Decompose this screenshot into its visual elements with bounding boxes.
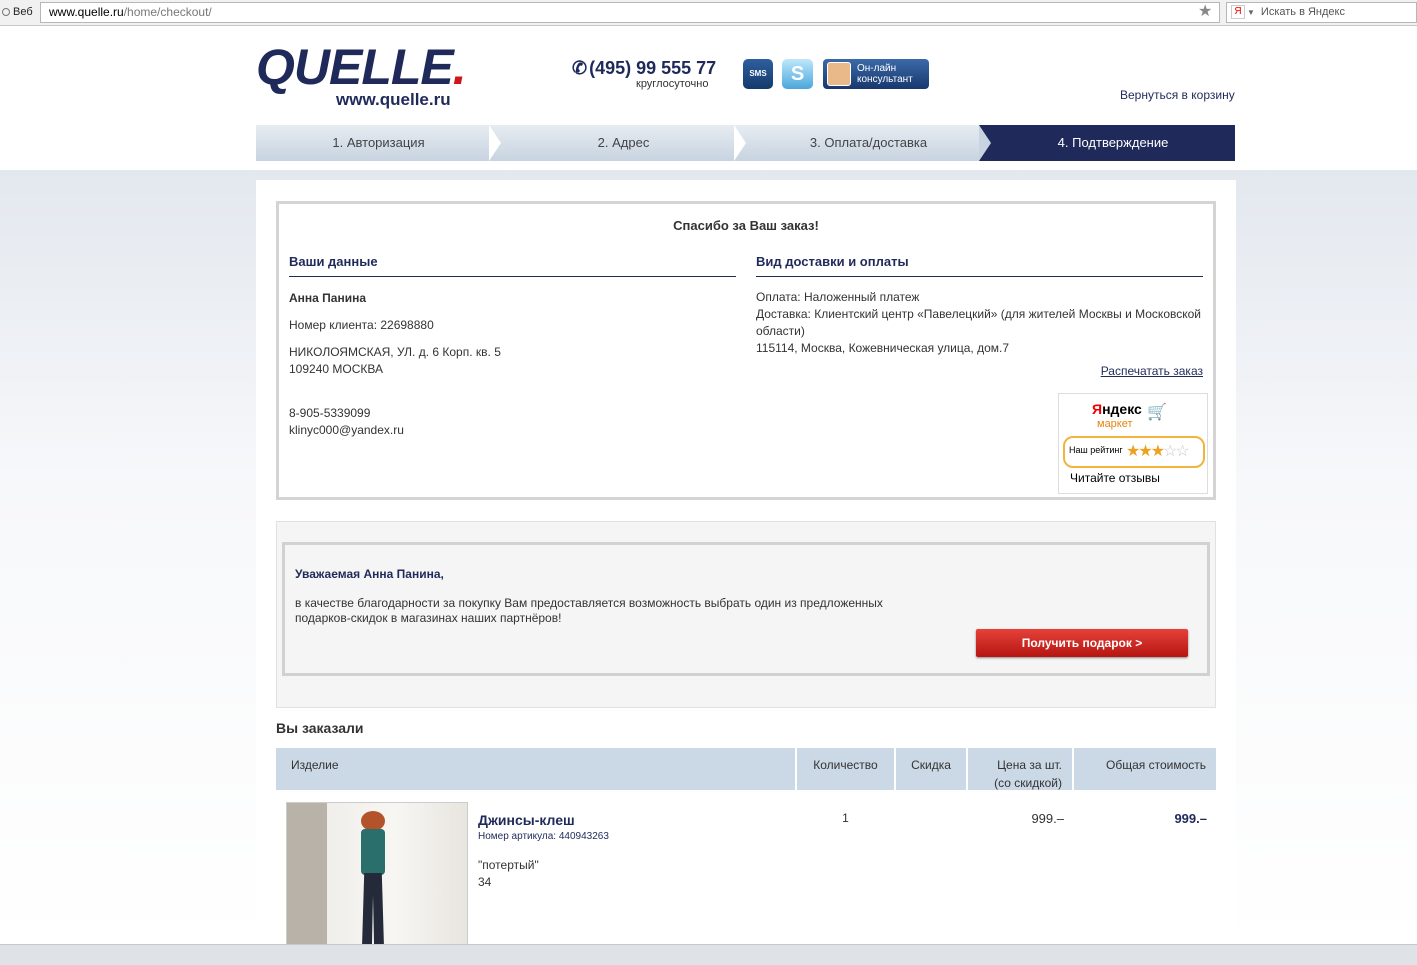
get-gift-button[interactable]: Получить подарок >: [976, 629, 1188, 657]
product-details: "потертый" 34: [478, 857, 539, 891]
order-table-header: Изделие Количество Скидка Цена за шт. (со…: [276, 748, 1216, 790]
address-line-2: 109240 МОСКВА: [289, 362, 383, 376]
star-filled-icon: ★: [1150, 443, 1165, 460]
yandex-market-widget[interactable]: Яндекс маркет 🛒 Наш рейтинг ★★★☆☆ Читайт…: [1058, 393, 1208, 494]
quelle-logo[interactable]: QUELLE. www.quelle.ru: [256, 42, 467, 109]
globe-icon: [2, 8, 10, 16]
delivery-payment-column: Вид доставки и оплаты Оплата: Наложенный…: [756, 254, 1203, 357]
star-empty-icon: ☆: [1175, 443, 1189, 460]
skype-icon[interactable]: S: [782, 59, 813, 89]
product-qty: 1: [842, 811, 849, 825]
consultant-avatar: [827, 62, 851, 86]
step-separator: [734, 125, 746, 161]
delivery-method: Доставка: Клиентский центр «Павелецкий» …: [756, 307, 1201, 338]
back-to-cart-link[interactable]: Вернуться в корзину: [1120, 88, 1235, 102]
browser-status-bar: [0, 944, 1417, 965]
gift-text: в качестве благодарности за покупку Вам …: [295, 596, 883, 625]
address-bar[interactable]: www.quelle.ru/home/checkout/: [40, 2, 1220, 23]
col-qty: Количество: [797, 748, 896, 790]
client-number: Номер клиента: 22698880: [289, 318, 434, 332]
step-separator: [979, 125, 991, 161]
checkout-steps: 1. Авторизация 2. Адрес 3. Оплата/достав…: [256, 125, 1235, 161]
your-data-heading: Ваши данные: [289, 254, 736, 277]
col-item: Изделие: [276, 748, 797, 790]
col-unit-price: Цена за шт. (со скидкой): [968, 748, 1074, 790]
sms-icon[interactable]: SMS: [743, 59, 773, 89]
phone-icon: ✆: [572, 58, 588, 78]
product-name[interactable]: Джинсы-клеш: [478, 812, 575, 828]
delivery-address: 115114, Москва, Кожевническая улица, дом…: [756, 341, 1010, 355]
product-total: 999.–: [1174, 811, 1207, 826]
col-total: Общая стоимость: [1106, 758, 1206, 772]
col-discount: Скидка: [896, 748, 968, 790]
product-variant: "потертый": [478, 858, 539, 872]
delivery-heading: Вид доставки и оплаты: [756, 254, 1203, 277]
step-address[interactable]: 2. Адрес: [501, 125, 746, 161]
customer-data-column: Ваши данные Анна Панина Номер клиента: 2…: [289, 254, 736, 439]
order-confirmation-box: Спасибо за Ваш заказ! Ваши данные Анна П…: [276, 201, 1216, 500]
online-consultant-button[interactable]: Он-лайн консультант: [823, 59, 929, 89]
model-figure: [349, 811, 399, 951]
customer-name: Анна Панина: [289, 291, 367, 305]
star-filled-icon: ★: [1126, 443, 1140, 460]
browser-toolbar: Веб www.quelle.ru/home/checkout/ ★ Я ▼ Иск…: [0, 0, 1417, 26]
read-reviews-link[interactable]: Читайте отзывы: [1070, 471, 1160, 485]
payment-method: Оплата: Наложенный платеж: [756, 290, 920, 304]
address-line-1: НИКОЛОЯМСКАЯ, УЛ. д. 6 Корп. кв. 5: [289, 345, 501, 359]
yandex-search-box[interactable]: Я ▼ Искать в Яндекс: [1226, 2, 1417, 23]
web-tab[interactable]: Веб: [0, 2, 38, 23]
bookmark-star-icon[interactable]: ★: [1198, 1, 1212, 21]
thanks-heading: Спасибо за Ваш заказ!: [673, 218, 819, 233]
logo-url: www.quelle.ru: [336, 90, 451, 109]
step-separator: [489, 125, 501, 161]
product-unit-price: 999.–: [1031, 811, 1064, 826]
yandex-icon: Я: [1231, 5, 1245, 19]
yandex-logo: Яндекс: [1092, 401, 1142, 417]
product-article: Номер артикула: 440943263: [478, 831, 609, 842]
step-authorization[interactable]: 1. Авторизация: [256, 125, 501, 161]
phone-note: круглосуточно: [636, 78, 709, 90]
gift-greeting: Уважаемая Анна Панина,: [295, 567, 444, 581]
shopping-cart-icon: 🛒: [1147, 404, 1167, 421]
rating-bubble: Наш рейтинг ★★★☆☆: [1063, 436, 1205, 468]
phone-number: ✆ (495) 99 555 77: [572, 58, 717, 78]
customer-email: klinyc000@yandex.ru: [289, 423, 404, 437]
product-image[interactable]: [286, 802, 468, 952]
dropdown-arrow-icon[interactable]: ▼: [1247, 8, 1255, 17]
star-empty-icon: ☆: [1163, 443, 1177, 460]
product-size: 34: [478, 875, 492, 889]
ordered-heading: Вы заказали: [276, 720, 364, 736]
print-order-link[interactable]: Распечатать заказ: [1101, 364, 1203, 378]
customer-phone: 8-905-5339099: [289, 406, 371, 420]
gift-offer-box: Уважаемая Анна Панина, в качестве благод…: [282, 542, 1210, 676]
star-filled-icon: ★: [1138, 443, 1152, 460]
step-confirmation: 4. Подтверждение: [979, 125, 1235, 161]
step-payment-delivery[interactable]: 3. Оплата/доставка: [746, 125, 991, 161]
rating-stars: ★★★☆☆: [1126, 441, 1190, 461]
